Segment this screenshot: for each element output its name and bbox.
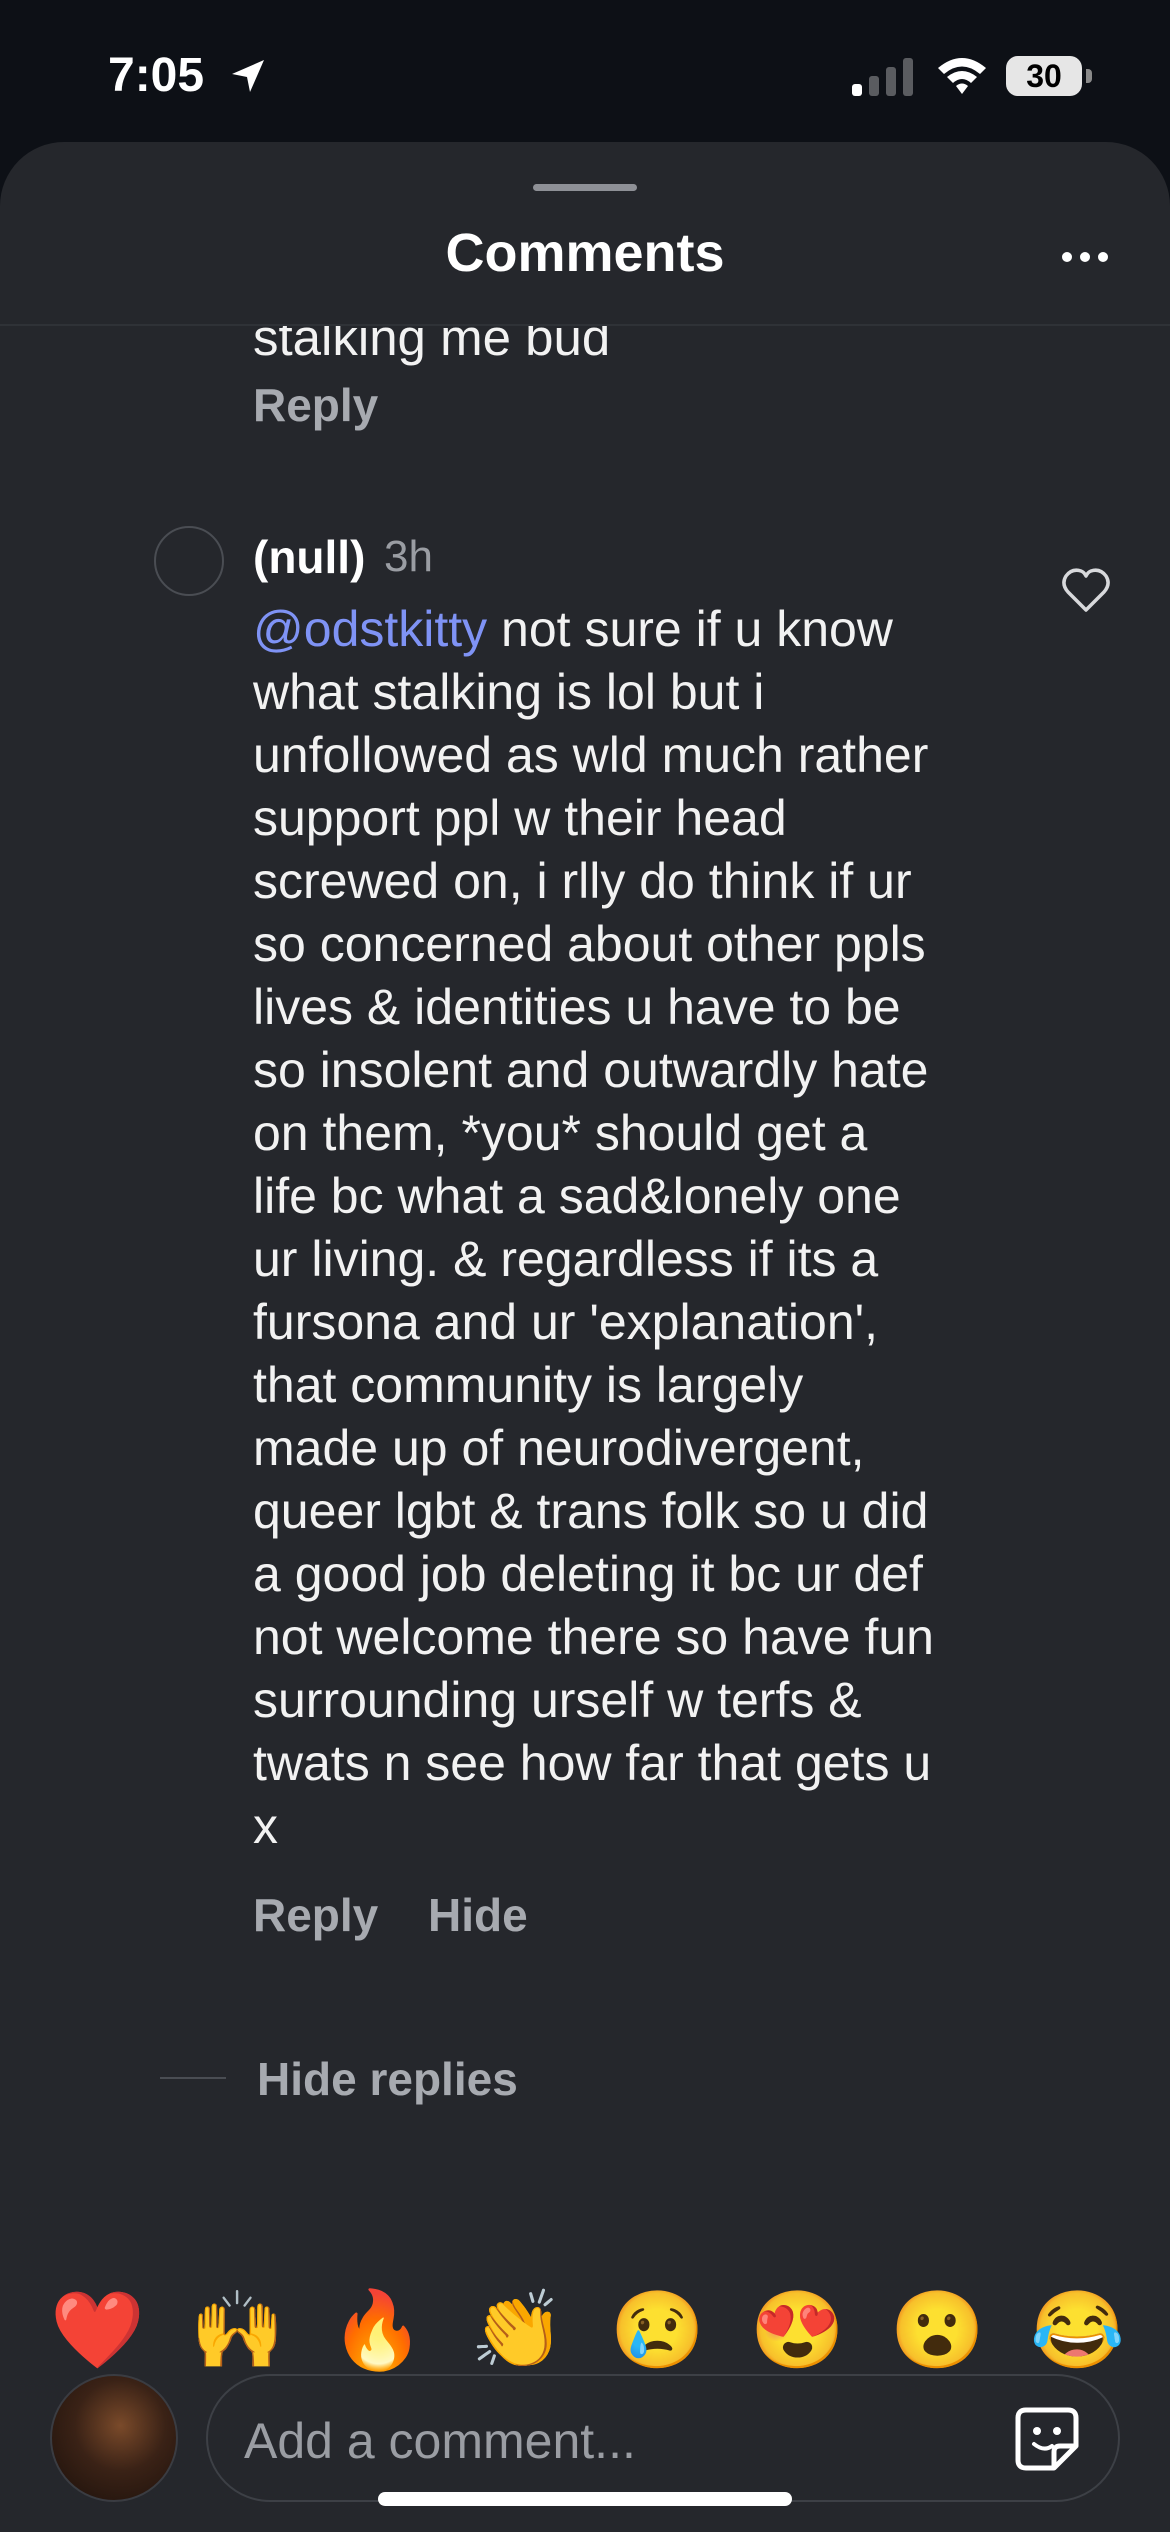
raising-hands-emoji[interactable]: 🙌 [190, 2286, 285, 2376]
comment-line: queer lgbt & trans folk so u did [253, 1483, 929, 1539]
location-arrow-icon [232, 60, 264, 92]
battery-indicator: 30 [1006, 56, 1092, 96]
comment-input[interactable]: Add a comment... [206, 2374, 1120, 2502]
comments-sheet: Comments stalking me bud Reply (null) 3h… [0, 142, 1170, 2532]
status-bar: 7:05 30 [0, 0, 1170, 140]
comment-line: made up of neurodivergent, [253, 1420, 865, 1476]
comment-line: fursona and ur 'explanation', [253, 1294, 879, 1350]
comment-line: a good job deleting it bc ur def [253, 1546, 923, 1602]
battery-cap [1086, 69, 1092, 83]
current-user-avatar[interactable] [50, 2374, 178, 2502]
cellular-signal-icon [852, 58, 913, 96]
comment-line: that community is largely [253, 1357, 804, 1413]
comment-username[interactable]: (null) [253, 530, 365, 584]
sheet-title: Comments [445, 223, 725, 283]
sticker-icon[interactable] [1012, 2404, 1082, 2474]
commenter-avatar[interactable] [154, 526, 224, 596]
comment-line: screwed on, i rlly do think if ur [253, 853, 912, 909]
comment-line: not welcome there so have fun [253, 1609, 934, 1665]
home-indicator[interactable] [378, 2492, 792, 2506]
comment-timestamp: 3h [384, 532, 433, 581]
quick-reactions-bar: ❤️ 🙌 🔥 👏 😢 😍 😮 😂 [40, 2286, 1140, 2376]
comment-line: not sure if u know [487, 601, 893, 657]
comment-line: unfollowed as wld much rather [253, 727, 929, 783]
comment-line: life bc what a sad&lonely one [253, 1168, 901, 1224]
sheet-grabber[interactable] [533, 184, 637, 191]
heart-eyes-emoji[interactable]: 😍 [750, 2286, 845, 2376]
previous-reply-button[interactable]: Reply [253, 378, 378, 432]
hide-button[interactable]: Hide [428, 1888, 528, 1942]
more-options-icon[interactable] [1060, 250, 1110, 264]
laughing-tears-emoji[interactable]: 😂 [1030, 2286, 1125, 2376]
red-heart-emoji[interactable]: ❤️ [50, 2286, 145, 2376]
previous-comment-text: stalking me bud [253, 326, 611, 366]
comment-line: what stalking is lol but i [253, 664, 765, 720]
comment-input-placeholder: Add a comment... [244, 2413, 636, 2469]
comment-line: so insolent and outwardly hate [253, 1042, 929, 1098]
comment-line: x [253, 1798, 278, 1854]
comment-composer-panel: ❤️ 🙌 🔥 👏 😢 😍 😮 😂 Add a comment... [0, 2246, 1170, 2532]
hide-replies-divider [160, 2077, 226, 2079]
comment-line: support ppl w their head [253, 790, 787, 846]
comment-line: on them, *you* should get a [253, 1105, 868, 1161]
comment-line: twats n see how far that gets u [253, 1735, 932, 1791]
comment-body: @odstkitty not sure if u know what stalk… [253, 598, 1013, 1858]
comment-line: ur living. & regardless if its a [253, 1231, 879, 1287]
wifi-icon [938, 58, 986, 94]
crying-face-emoji[interactable]: 😢 [610, 2286, 705, 2376]
hide-replies-button[interactable]: Hide replies [257, 2052, 518, 2106]
comment-mention[interactable]: @odstkitty [253, 601, 487, 657]
comment-line: lives & identities u have to be [253, 979, 901, 1035]
battery-level: 30 [1006, 56, 1082, 96]
comment-line: so concerned about other ppls [253, 916, 926, 972]
clapping-hands-emoji[interactable]: 👏 [470, 2286, 565, 2376]
comments-list[interactable]: stalking me bud Reply (null) 3h @odstkit… [0, 326, 1170, 2246]
fire-emoji[interactable]: 🔥 [330, 2286, 425, 2376]
reply-button[interactable]: Reply [253, 1888, 378, 1942]
surprised-face-emoji[interactable]: 😮 [890, 2286, 985, 2376]
status-time: 7:05 [108, 49, 205, 102]
like-heart-icon[interactable] [1060, 566, 1112, 614]
comment-line: surrounding urself w terfs & [253, 1672, 862, 1728]
